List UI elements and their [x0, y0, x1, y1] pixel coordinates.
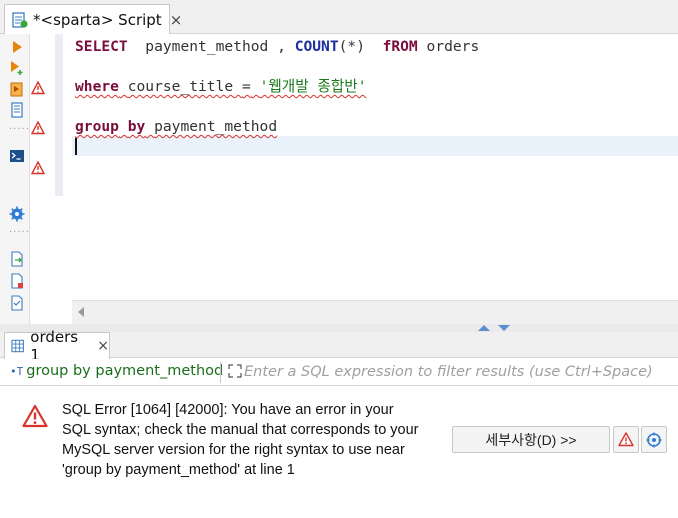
- settings-icon[interactable]: [9, 206, 25, 222]
- error-marker-icon[interactable]: [30, 80, 46, 95]
- close-icon[interactable]: ×: [97, 338, 109, 354]
- code-line-3: where course_title = '웹개발 종합반': [75, 77, 366, 97]
- table-name: orders: [426, 38, 480, 55]
- text-caret: [75, 138, 77, 155]
- count-args: (*): [338, 38, 365, 55]
- tab-script-label: *<sparta> Script: [33, 11, 162, 29]
- error-panel: SQL Error [1064] [42000]: You have an er…: [0, 386, 678, 518]
- horizontal-scrollbar[interactable]: [72, 300, 678, 324]
- script-tab-icon: [11, 11, 29, 29]
- editor-toolstrip: ····· ·····: [0, 34, 30, 326]
- import-icon[interactable]: [9, 273, 25, 289]
- warning-icon: [618, 432, 634, 447]
- keyword-where: where: [75, 78, 119, 95]
- locate-error-button[interactable]: [641, 426, 667, 453]
- table-icon: [11, 339, 24, 353]
- equals-operator: =: [241, 78, 251, 95]
- explain-plan-icon[interactable]: [9, 102, 25, 118]
- sql-editor[interactable]: SELECT payment_method , COUNT(*) fROM or…: [72, 34, 678, 300]
- comma: ,: [277, 38, 286, 55]
- error-marker-icon[interactable]: [30, 160, 46, 175]
- keyword-from: fROM: [382, 38, 418, 55]
- results-tab-bar: orders 1 ×: [0, 328, 678, 364]
- keyword-select: SELECT: [75, 38, 128, 55]
- sql-query-icon: •T: [10, 364, 24, 378]
- toolbar-separator: ·····: [9, 227, 30, 238]
- execute-new-tab-icon[interactable]: [9, 60, 25, 76]
- current-line-highlight: [72, 136, 678, 156]
- scroll-left-icon[interactable]: [78, 307, 84, 317]
- tab-results-orders[interactable]: orders 1 ×: [4, 328, 110, 364]
- execute-script-icon[interactable]: [9, 81, 25, 97]
- filter-expression-input[interactable]: [244, 361, 678, 383]
- column-name: payment_method: [145, 38, 269, 55]
- show-error-log-button[interactable]: [613, 426, 639, 453]
- expand-icon[interactable]: [228, 364, 242, 378]
- function-count: COUNT: [294, 38, 339, 55]
- panel-splitter[interactable]: [0, 324, 678, 332]
- where-field: course_title: [127, 78, 234, 95]
- source-query-text: group by payment_method: [26, 363, 224, 379]
- filter-divider: [220, 362, 221, 383]
- locate-icon: [646, 432, 662, 447]
- collapse-expand-icon[interactable]: [476, 324, 516, 332]
- string-literal: '웹개발 종합반': [259, 78, 367, 95]
- details-button[interactable]: 세부사항(D) >>: [452, 426, 610, 453]
- line-ruler: [55, 34, 63, 196]
- editor-tab-bar: *<sparta> Script ×: [0, 0, 678, 35]
- export-icon[interactable]: [9, 251, 25, 267]
- keyword-by: by: [127, 118, 146, 135]
- source-query-link[interactable]: •T group by payment_method: [10, 363, 223, 379]
- close-icon[interactable]: ×: [170, 11, 183, 29]
- error-marker-icon[interactable]: [30, 120, 46, 135]
- format-icon[interactable]: [9, 295, 25, 311]
- error-message: SQL Error [1064] [42000]: You have an er…: [62, 402, 419, 478]
- tab-script[interactable]: *<sparta> Script ×: [4, 4, 182, 35]
- console-icon[interactable]: [9, 148, 25, 164]
- keyword-group: group: [75, 118, 119, 135]
- results-filter-bar: •T group by payment_method: [0, 359, 678, 386]
- code-line-1: SELECT payment_method , COUNT(*) fROM or…: [75, 37, 479, 57]
- toolbar-separator: ·····: [9, 124, 30, 135]
- group-by-field: payment_method: [154, 118, 278, 135]
- execute-statement-icon[interactable]: [9, 39, 25, 55]
- error-icon: [22, 404, 48, 428]
- code-line-5: group by payment_method: [75, 117, 277, 137]
